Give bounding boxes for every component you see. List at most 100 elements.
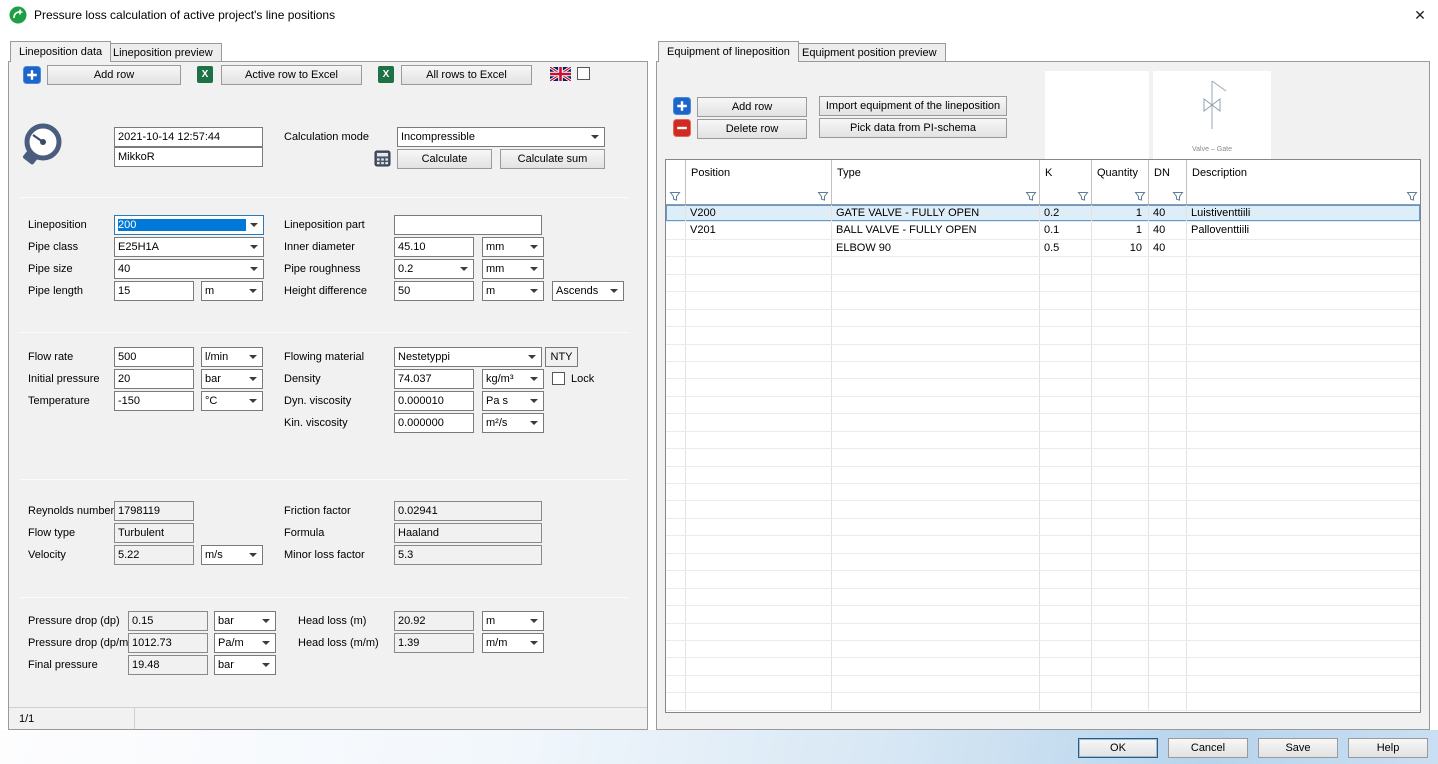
temperature-input[interactable] [114, 391, 194, 411]
equipment-add-row-button[interactable]: Add row [697, 97, 807, 117]
column-header-indicator[interactable] [666, 160, 686, 204]
height-direction-select[interactable]: Ascends [552, 281, 624, 301]
table-row[interactable] [666, 449, 1420, 466]
column-header-type[interactable]: Type [832, 160, 1040, 204]
pressure-drop-unit-select[interactable]: bar [214, 611, 276, 631]
table-row[interactable] [666, 275, 1420, 292]
lineposition-select[interactable]: 200 [114, 215, 264, 235]
kin-viscosity-input[interactable] [394, 413, 474, 433]
table-row[interactable] [666, 327, 1420, 344]
temperature-unit-select[interactable]: °C [201, 391, 263, 411]
all-rows-to-excel-button[interactable]: All rows to Excel [401, 65, 532, 85]
kin-viscosity-unit-select[interactable]: m²/s [482, 413, 544, 433]
table-row[interactable] [666, 693, 1420, 710]
table-row[interactable] [666, 414, 1420, 431]
column-header-k[interactable]: K [1040, 160, 1092, 204]
language-checkbox[interactable] [577, 67, 590, 80]
pipe-roughness-unit-select[interactable]: mm [482, 259, 544, 279]
table-row[interactable] [666, 310, 1420, 327]
delete-row-button[interactable]: Delete row [697, 119, 807, 139]
table-row[interactable] [666, 554, 1420, 571]
filter-icon[interactable] [817, 191, 829, 202]
tab-lineposition-preview[interactable]: Lineposition preview [104, 43, 222, 62]
flowing-material-select[interactable]: Nestetyppi [394, 347, 542, 367]
dyn-viscosity-input[interactable] [394, 391, 474, 411]
pick-data-button[interactable]: Pick data from PI-schema [819, 118, 1007, 138]
pipe-class-select[interactable]: E25H1A [114, 237, 264, 257]
density-unit-select[interactable]: kg/m³ [482, 369, 544, 389]
inner-diameter-input[interactable] [394, 237, 474, 257]
column-header-description[interactable]: Description [1187, 160, 1420, 204]
calculation-mode-select[interactable]: Incompressible [397, 127, 605, 147]
column-header-dn[interactable]: DN [1149, 160, 1187, 204]
table-row[interactable] [666, 606, 1420, 623]
column-header-position[interactable]: Position [686, 160, 832, 204]
filter-icon[interactable] [1077, 191, 1089, 202]
table-row[interactable] [666, 345, 1420, 362]
user-field[interactable] [114, 147, 263, 167]
table-row[interactable]: ELBOW 900.51040 [666, 240, 1420, 257]
table-row[interactable] [666, 519, 1420, 536]
add-row-button[interactable]: Add row [47, 65, 181, 85]
filter-icon[interactable] [669, 191, 681, 202]
table-row[interactable] [666, 397, 1420, 414]
pipe-length-unit-select[interactable]: m [201, 281, 263, 301]
tab-equipment-position-preview[interactable]: Equipment position preview [793, 43, 946, 62]
height-difference-input[interactable] [394, 281, 474, 301]
table-row[interactable] [666, 536, 1420, 553]
table-row[interactable] [666, 432, 1420, 449]
column-header-quantity[interactable]: Quantity [1092, 160, 1149, 204]
initial-pressure-input[interactable] [114, 369, 194, 389]
filter-icon[interactable] [1134, 191, 1146, 202]
help-button[interactable]: Help [1348, 738, 1428, 758]
table-row[interactable] [666, 501, 1420, 518]
pipe-roughness-select[interactable]: 0.2 [394, 259, 474, 279]
flow-rate-unit-select[interactable]: l/min [201, 347, 263, 367]
inner-diameter-unit-select[interactable]: mm [482, 237, 544, 257]
table-row[interactable] [666, 292, 1420, 309]
table-row[interactable] [666, 658, 1420, 675]
table-row[interactable] [666, 467, 1420, 484]
tab-lineposition-data[interactable]: Lineposition data [10, 41, 111, 62]
table-row[interactable] [666, 589, 1420, 606]
table-row[interactable] [666, 571, 1420, 588]
tab-equipment-of-lineposition[interactable]: Equipment of lineposition [658, 41, 799, 62]
table-row[interactable] [666, 624, 1420, 641]
calculate-sum-button[interactable]: Calculate sum [500, 149, 605, 169]
save-button[interactable]: Save [1258, 738, 1338, 758]
head-loss-per-m-unit-select[interactable]: m/m [482, 633, 544, 653]
table-row[interactable] [666, 362, 1420, 379]
lock-checkbox[interactable] [552, 372, 565, 385]
filter-icon[interactable] [1025, 191, 1037, 202]
table-row[interactable]: V201BALL VALVE - FULLY OPEN0.1140Pallove… [666, 222, 1420, 239]
flow-rate-input[interactable] [114, 347, 194, 367]
filter-icon[interactable] [1172, 191, 1184, 202]
add-icon[interactable] [673, 97, 691, 115]
calculate-button[interactable]: Calculate [397, 149, 492, 169]
pipe-size-select[interactable]: 40 [114, 259, 264, 279]
table-row[interactable] [666, 676, 1420, 693]
initial-pressure-unit-select[interactable]: bar [201, 369, 263, 389]
cancel-button[interactable]: Cancel [1168, 738, 1248, 758]
close-button[interactable]: ✕ [1406, 3, 1434, 27]
active-row-to-excel-button[interactable]: Active row to Excel [221, 65, 362, 85]
table-row[interactable]: V200GATE VALVE - FULLY OPEN0.2140Luistiv… [666, 205, 1420, 222]
table-row[interactable] [666, 257, 1420, 274]
table-row[interactable] [666, 641, 1420, 658]
table-row[interactable] [666, 379, 1420, 396]
import-equipment-button[interactable]: Import equipment of the lineposition [819, 96, 1007, 116]
pressure-drop-per-m-unit-select[interactable]: Pa/m [214, 633, 276, 653]
height-difference-unit-select[interactable]: m [482, 281, 544, 301]
pipe-length-input[interactable] [114, 281, 194, 301]
velocity-unit-select[interactable]: m/s [201, 545, 263, 565]
filter-icon[interactable] [1406, 191, 1418, 202]
final-pressure-unit-select[interactable]: bar [214, 655, 276, 675]
delete-icon[interactable] [673, 119, 691, 137]
lineposition-part-input[interactable] [394, 215, 542, 235]
add-icon[interactable] [23, 66, 41, 84]
dyn-viscosity-unit-select[interactable]: Pa s [482, 391, 544, 411]
table-row[interactable] [666, 484, 1420, 501]
density-input[interactable] [394, 369, 474, 389]
head-loss-unit-select[interactable]: m [482, 611, 544, 631]
ok-button[interactable]: OK [1078, 738, 1158, 758]
